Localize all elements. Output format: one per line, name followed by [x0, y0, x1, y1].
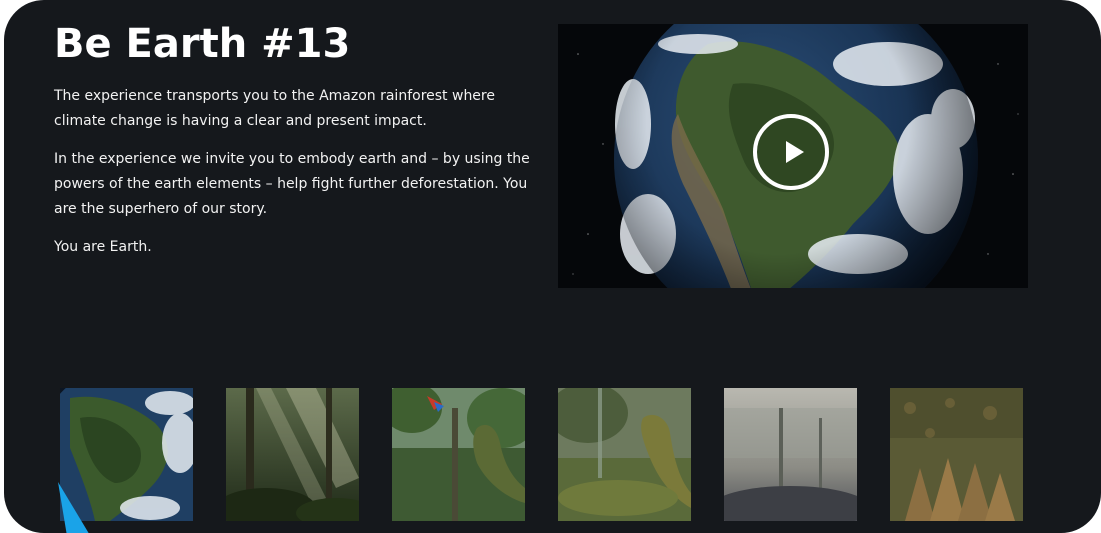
page-title: Be Earth #13 — [54, 21, 351, 67]
video-player[interactable] — [558, 24, 1028, 288]
description-paragraph-1: The experience transports you to the Ama… — [54, 88, 495, 129]
foggy-deforested-land-image — [724, 388, 857, 521]
macaw-and-tree-hand-image — [392, 388, 525, 521]
gallery-thumbnail-4[interactable] — [558, 388, 691, 521]
gallery-thumbnail-2[interactable] — [226, 388, 359, 521]
root-hands-on-ground-image — [890, 388, 1023, 521]
play-button[interactable] — [753, 114, 829, 190]
play-icon — [786, 141, 804, 163]
gallery-thumbnail-3[interactable] — [392, 388, 525, 521]
page-frame: Be Earth #13 The experience transports y… — [4, 0, 1101, 533]
rainforest-sunbeams-image — [226, 388, 359, 521]
description: The experience transports you to the Ama… — [54, 84, 534, 273]
gallery-thumbnail-6[interactable] — [890, 388, 1023, 521]
forest-tree-hand-image — [558, 388, 691, 521]
description-paragraph-3: You are Earth. — [54, 239, 152, 255]
gallery-thumbnail-5[interactable] — [724, 388, 857, 521]
description-paragraph-2: In the experience we invite you to embod… — [54, 151, 530, 217]
cursor-pointer-icon — [58, 482, 89, 533]
